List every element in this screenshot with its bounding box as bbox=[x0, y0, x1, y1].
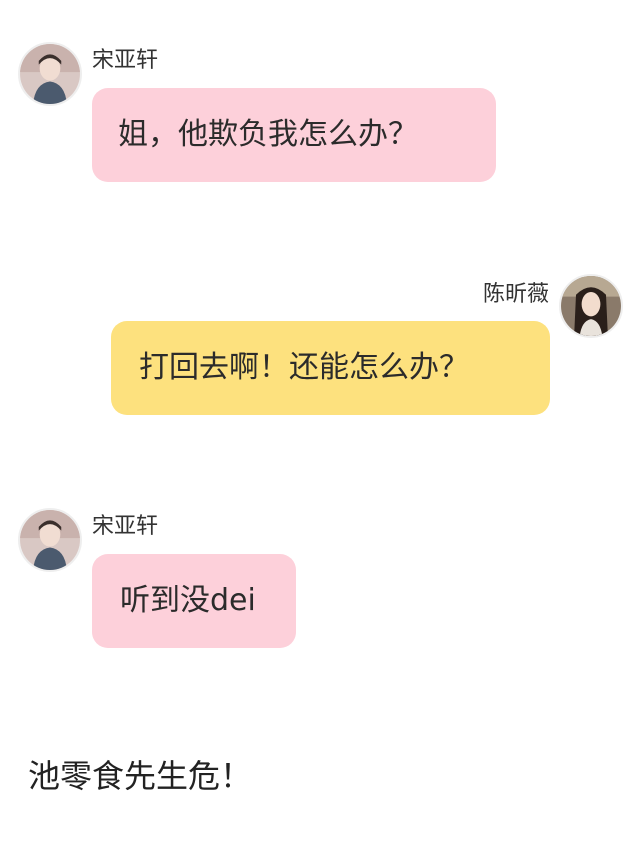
sender-name: 宋亚轩 bbox=[92, 514, 159, 539]
message-text: 打回去啊！还能怎么办？ bbox=[139, 350, 469, 385]
sender-name: 陈昕薇 bbox=[482, 282, 549, 307]
sender-name: 宋亚轩 bbox=[92, 48, 159, 73]
message-bubble[interactable]: 姐，他欺负我怎么办？ bbox=[92, 88, 496, 182]
message-bubble[interactable]: 听到没dei bbox=[92, 554, 296, 648]
avatar-photo bbox=[20, 510, 80, 570]
avatar-songyaxuan[interactable] bbox=[18, 42, 82, 106]
message-text: 姐，他欺负我怎么办？ bbox=[118, 117, 418, 152]
avatar-songyaxuan[interactable] bbox=[18, 508, 82, 572]
caption-text: 池零食先生危！ bbox=[28, 757, 253, 795]
message-text: 听到没dei bbox=[120, 583, 256, 618]
avatar-chenxinwei[interactable] bbox=[559, 274, 623, 338]
message-bubble[interactable]: 打回去啊！还能怎么办？ bbox=[111, 321, 550, 415]
avatar-photo bbox=[561, 276, 621, 336]
avatar-photo bbox=[20, 44, 80, 104]
